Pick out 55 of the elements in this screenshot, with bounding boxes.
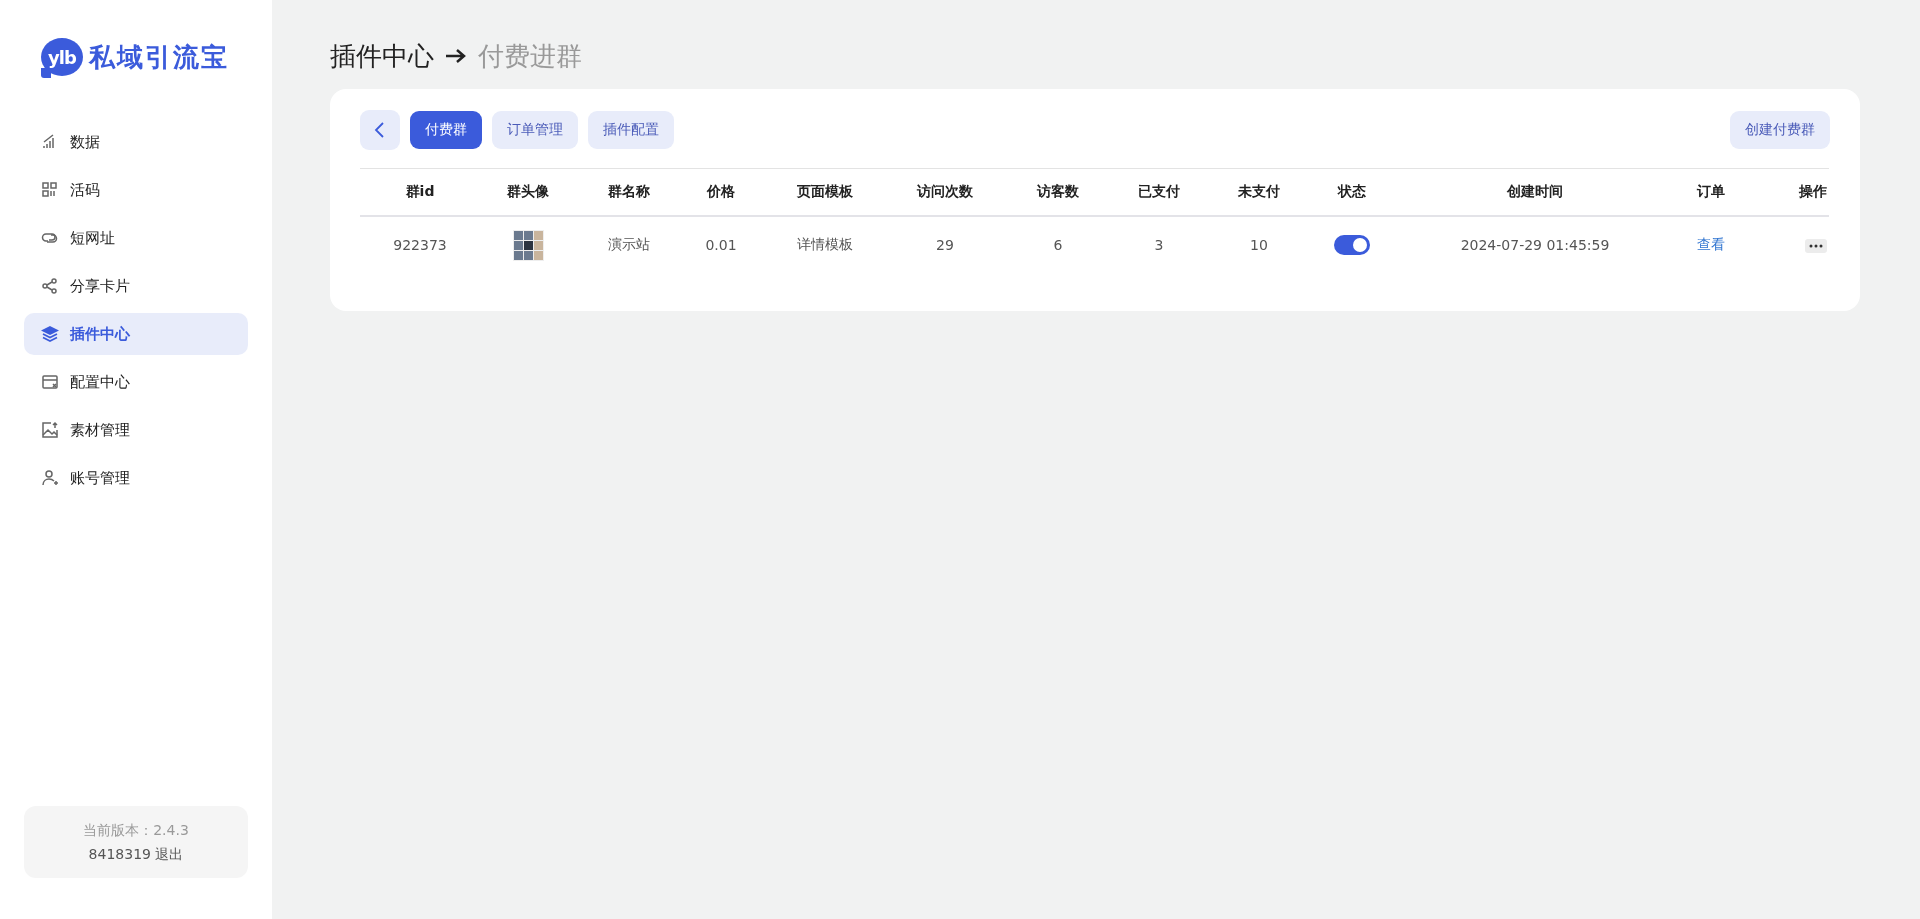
create-group-button[interactable]: 创建付费群 — [1730, 111, 1830, 149]
more-button[interactable] — [1805, 239, 1827, 253]
sidebar-item[interactable]: 数据 — [24, 121, 248, 163]
sidebar-item[interactable]: 短网址 — [24, 217, 248, 259]
view-orders-link[interactable]: 查看 — [1697, 236, 1725, 252]
grid-icon — [41, 181, 59, 199]
table-cell: 6 — [1053, 237, 1063, 253]
sidebar-item[interactable]: 分享卡片 — [24, 265, 248, 307]
layers-icon — [41, 325, 59, 343]
page-title: 付费进群 — [478, 39, 582, 73]
tab[interactable]: 付费群 — [410, 111, 482, 149]
share-icon — [41, 277, 59, 295]
column-header: 未支付 — [1202, 168, 1316, 216]
column-header: 状态 — [1316, 168, 1388, 216]
table-cell: 2024-07-29 01:45:59 — [1460, 237, 1610, 253]
table-cell: 演示站 — [608, 236, 650, 252]
sidebar-item[interactable]: 素材管理 — [24, 409, 248, 451]
column-header: 创建时间 — [1388, 168, 1682, 216]
chevron-left-icon — [373, 121, 387, 139]
sidebar-item[interactable]: 活码 — [24, 169, 248, 211]
image-icon — [41, 421, 59, 439]
column-header: 群名称 — [576, 168, 682, 216]
tab[interactable]: 订单管理 — [492, 111, 578, 149]
logo-text: 私域引流宝 — [89, 40, 229, 74]
status-toggle[interactable] — [1334, 235, 1370, 255]
sidebar-item[interactable]: 账号管理 — [24, 457, 248, 499]
sidebar-item[interactable]: 插件中心 — [24, 313, 248, 355]
sidebar-item[interactable]: 配置中心 — [24, 361, 248, 403]
logo-badge: ylb — [41, 38, 83, 76]
window-icon — [41, 373, 59, 391]
back-button[interactable] — [360, 110, 400, 150]
table-cell: 922373 — [393, 237, 447, 253]
column-header: 已支付 — [1116, 168, 1202, 216]
column-header: 订单 — [1682, 168, 1740, 216]
column-header: 群id — [360, 168, 480, 216]
arrow-right-icon — [444, 46, 468, 66]
column-header: 价格 — [682, 168, 760, 216]
column-header: 操作 — [1740, 168, 1829, 216]
table-cell: 0.01 — [705, 237, 737, 253]
user-add-icon — [41, 469, 59, 487]
column-header: 访客数 — [1000, 168, 1116, 216]
table-cell: 详情模板 — [797, 236, 853, 252]
column-header: 访问次数 — [890, 168, 1000, 216]
column-header: 页面模板 — [760, 168, 890, 216]
breadcrumb-parent[interactable]: 插件中心 — [330, 38, 434, 74]
version-text: 当前版本：2.4.3 — [82, 821, 190, 840]
avatar-placeholder — [512, 229, 544, 261]
table-cell: 3 — [1154, 237, 1164, 253]
logout-link[interactable]: 退出 — [155, 846, 184, 862]
column-header: 群头像 — [480, 168, 576, 216]
tab[interactable]: 插件配置 — [588, 111, 674, 149]
more-icon — [1809, 244, 1823, 248]
table-cell: 10 — [1250, 237, 1268, 253]
table-cell: 29 — [936, 237, 954, 253]
account-id: 8418319 — [88, 846, 151, 862]
